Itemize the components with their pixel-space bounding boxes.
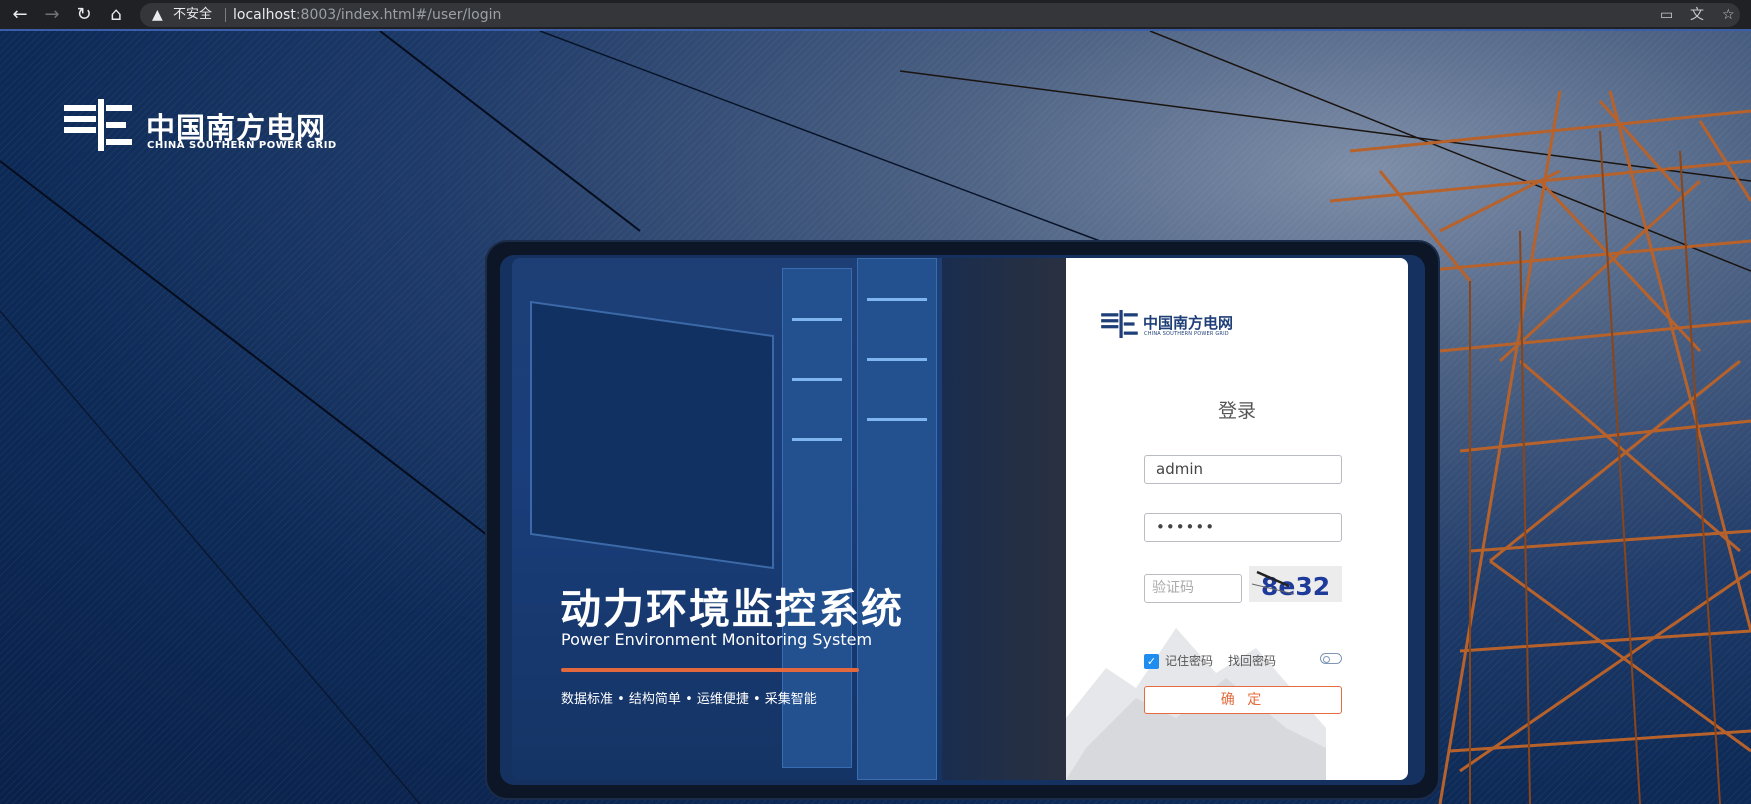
rack-light xyxy=(792,378,842,381)
captcha-text: 8e32 xyxy=(1261,572,1330,601)
usb-key-toggle[interactable] xyxy=(1320,653,1342,664)
url-host: localhost xyxy=(233,7,296,23)
translate-icon[interactable]: 文 xyxy=(1690,3,1704,27)
browser-toolbar: ← → ↻ ⌂ ▲ 不安全 localhost:8003/index.html#… xyxy=(0,0,1751,31)
title-underline xyxy=(561,668,859,672)
password-input[interactable]: •••••• xyxy=(1144,513,1342,542)
server-rack xyxy=(857,258,937,780)
rack-light xyxy=(867,298,927,301)
monitor-graphic xyxy=(530,300,774,570)
remember-password-label[interactable]: 记住密码 xyxy=(1165,654,1213,669)
divider xyxy=(225,8,226,22)
captcha-image[interactable]: 8e32 xyxy=(1249,566,1342,602)
csg-logo-icon xyxy=(64,99,132,151)
login-logo-cn: 中国南方电网 xyxy=(1143,314,1234,332)
back-icon[interactable]: ← xyxy=(8,3,32,27)
warning-icon[interactable]: ▲ xyxy=(152,5,163,25)
star-icon[interactable]: ☆ xyxy=(1722,3,1735,27)
address-bar[interactable]: ▲ 不安全 localhost:8003/index.html#/user/lo… xyxy=(140,3,1740,27)
recover-password-link[interactable]: 找回密码 xyxy=(1228,654,1276,669)
forward-icon[interactable]: → xyxy=(40,3,64,27)
brand-name-en: CHINA SOUTHERN POWER GRID xyxy=(147,140,337,151)
url-path: :8003/index.html#/user/login xyxy=(295,7,502,23)
csg-logo-icon xyxy=(1101,310,1138,338)
home-icon[interactable]: ⌂ xyxy=(104,3,128,27)
rack-light xyxy=(792,318,842,321)
login-panel: 中国南方电网 CHINA SOUTHERN POWER GRID 登录 admi… xyxy=(1066,258,1408,780)
login-logo-en: CHINA SOUTHERN POWER GRID xyxy=(1144,331,1229,337)
rack-light xyxy=(792,438,842,441)
system-title-cn: 动力环境监控系统 xyxy=(560,585,904,633)
captcha-input[interactable]: 验证码 xyxy=(1144,574,1242,603)
technician-graphic xyxy=(942,258,1066,780)
login-title: 登录 xyxy=(1217,400,1256,422)
rack-light xyxy=(867,418,927,421)
security-label[interactable]: 不安全 xyxy=(173,3,212,27)
remember-password-checkbox[interactable]: ✓ xyxy=(1144,654,1159,669)
username-input[interactable]: admin xyxy=(1144,455,1342,484)
reload-icon[interactable]: ↻ xyxy=(72,3,96,27)
confirm-button[interactable]: 确 定 xyxy=(1144,686,1342,714)
brand-logo: 中国南方电网 CHINA SOUTHERN POWER GRID xyxy=(64,99,364,159)
system-title-en: Power Environment Monitoring System xyxy=(561,630,873,649)
login-logo: 中国南方电网 CHINA SOUTHERN POWER GRID xyxy=(1101,310,1261,340)
mountain-watermark xyxy=(1066,628,1326,780)
url-text[interactable]: localhost:8003/index.html#/user/login xyxy=(233,3,501,27)
rack-light xyxy=(867,358,927,361)
system-tagline: 数据标准 • 结构简单 • 运维便捷 • 采集智能 xyxy=(561,692,817,707)
cast-icon[interactable]: ▭ xyxy=(1660,3,1673,27)
